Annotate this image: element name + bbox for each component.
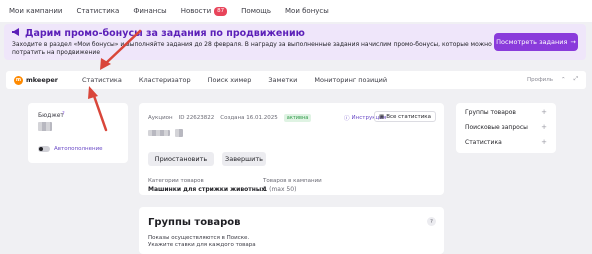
subnav-right: Профиль ⌃ ⤢ xyxy=(527,76,578,83)
all-stats-label: Все статистика xyxy=(386,113,431,120)
budget-value-redacted xyxy=(38,122,52,131)
finish-button[interactable]: Завершить xyxy=(222,152,266,166)
promo-title: Дарим промо-бонусы за задания по продвиж… xyxy=(12,28,305,39)
sub-nav: m mkeeper Статистика Кластеризатор Поиск… xyxy=(6,71,586,89)
logo[interactable]: m mkeeper xyxy=(14,75,59,85)
budget-label: Бюджет xyxy=(38,112,64,119)
help-icon[interactable]: ? xyxy=(62,111,65,117)
promo-title-text: Дарим промо-бонусы за задания по продвиж… xyxy=(25,28,305,39)
topnav-my-campaigns[interactable]: Мои кампании xyxy=(9,7,62,15)
collapse-icon[interactable]: ⌃ xyxy=(561,77,566,83)
campaign-created: Создана 16.01.2025 xyxy=(220,115,278,121)
goods-label: Товаров в кампании xyxy=(263,178,322,184)
tab-notes[interactable]: Заметки xyxy=(268,76,297,84)
product-groups-card: Группы товаров ? Показы осуществляются в… xyxy=(139,207,444,254)
side-item-product-groups[interactable]: Группы товаров xyxy=(465,109,516,116)
categories-value: Машинки для стрижки животных xyxy=(148,186,266,193)
megaphone-icon xyxy=(12,28,21,39)
all-stats-button[interactable]: ▦ Все статистика xyxy=(373,111,436,122)
autopay-toggle[interactable] xyxy=(38,146,50,152)
info-icon: ⓘ xyxy=(344,116,350,122)
side-menu-card: Группы товаров + Поисковые запросы + Ста… xyxy=(456,103,556,153)
profile-link[interactable]: Профиль xyxy=(527,77,553,83)
promo-text: Заходите в раздел «Мои бонусы» и выполня… xyxy=(12,41,492,56)
topnav-help[interactable]: Помощь xyxy=(241,7,271,15)
view-tasks-button[interactable]: Посмотреть задания → xyxy=(494,33,578,51)
groups-text-line-2: Укажите ставки для каждого товара xyxy=(148,242,256,248)
campaign-name-redacted xyxy=(148,130,170,136)
promo-banner: Дарим промо-бонусы за задания по продвиж… xyxy=(4,24,586,60)
campaign-type: Аукцион xyxy=(148,115,173,121)
campaign-meta: Аукцион ID 22623822 Создана 16.01.2025 а… xyxy=(148,114,312,122)
topnav-finance[interactable]: Финансы xyxy=(133,7,166,15)
pause-button[interactable]: Приостановить xyxy=(148,152,214,166)
logo-text: mkeeper xyxy=(26,76,59,84)
expand-icon[interactable]: ⤢ xyxy=(574,76,578,83)
status-badge: активна xyxy=(283,114,312,122)
goods-max: (max 50) xyxy=(269,186,297,193)
view-tasks-label: Посмотреть задания xyxy=(496,38,568,46)
campaign-card: Аукцион ID 22623822 Создана 16.01.2025 а… xyxy=(139,103,444,195)
campaign-thumb-redacted xyxy=(175,129,183,137)
groups-title: Группы товаров xyxy=(148,217,241,228)
autopay-label[interactable]: Автопополнение xyxy=(54,146,103,152)
chart-icon: ▦ xyxy=(378,113,385,120)
plus-icon[interactable]: + xyxy=(541,108,547,116)
categories-label: Категории товаров xyxy=(148,178,204,184)
top-nav: Мои кампании Статистика Финансы Новости … xyxy=(0,0,592,22)
plus-icon[interactable]: + xyxy=(541,138,547,146)
news-count-badge: 87 xyxy=(214,6,228,16)
arrow-right-icon: → xyxy=(570,38,576,46)
topnav-news-label: Новости xyxy=(180,7,212,15)
side-item-search-queries[interactable]: Поисковые запросы xyxy=(465,124,528,131)
help-icon[interactable]: ? xyxy=(427,217,436,226)
goods-value: 1 xyxy=(263,186,268,193)
topnav-my-bonuses[interactable]: Мои бонусы xyxy=(285,7,329,15)
tab-position-monitoring[interactable]: Мониторинг позиций xyxy=(314,76,387,84)
plus-icon[interactable]: + xyxy=(541,123,547,131)
groups-text-line-1: Показы осуществляются в Поиске. xyxy=(148,235,250,241)
topnav-news[interactable]: Новости 87 xyxy=(180,6,228,16)
logo-icon: m xyxy=(14,75,23,85)
side-item-statistics[interactable]: Статистика xyxy=(465,139,502,146)
tab-clusterizer[interactable]: Кластеризатор xyxy=(139,76,191,84)
groups-description: Показы осуществляются в Поиске. Укажите … xyxy=(148,235,256,249)
campaign-id: ID 22623822 xyxy=(178,115,215,121)
tab-chimera-search[interactable]: Поиск химер xyxy=(208,76,252,84)
budget-card: Бюджет ? Автопополнение xyxy=(28,103,128,163)
goods-count: 1 (max 50) xyxy=(263,186,296,193)
topnav-statistics[interactable]: Статистика xyxy=(76,7,119,15)
tab-statistics[interactable]: Статистика xyxy=(82,76,122,84)
